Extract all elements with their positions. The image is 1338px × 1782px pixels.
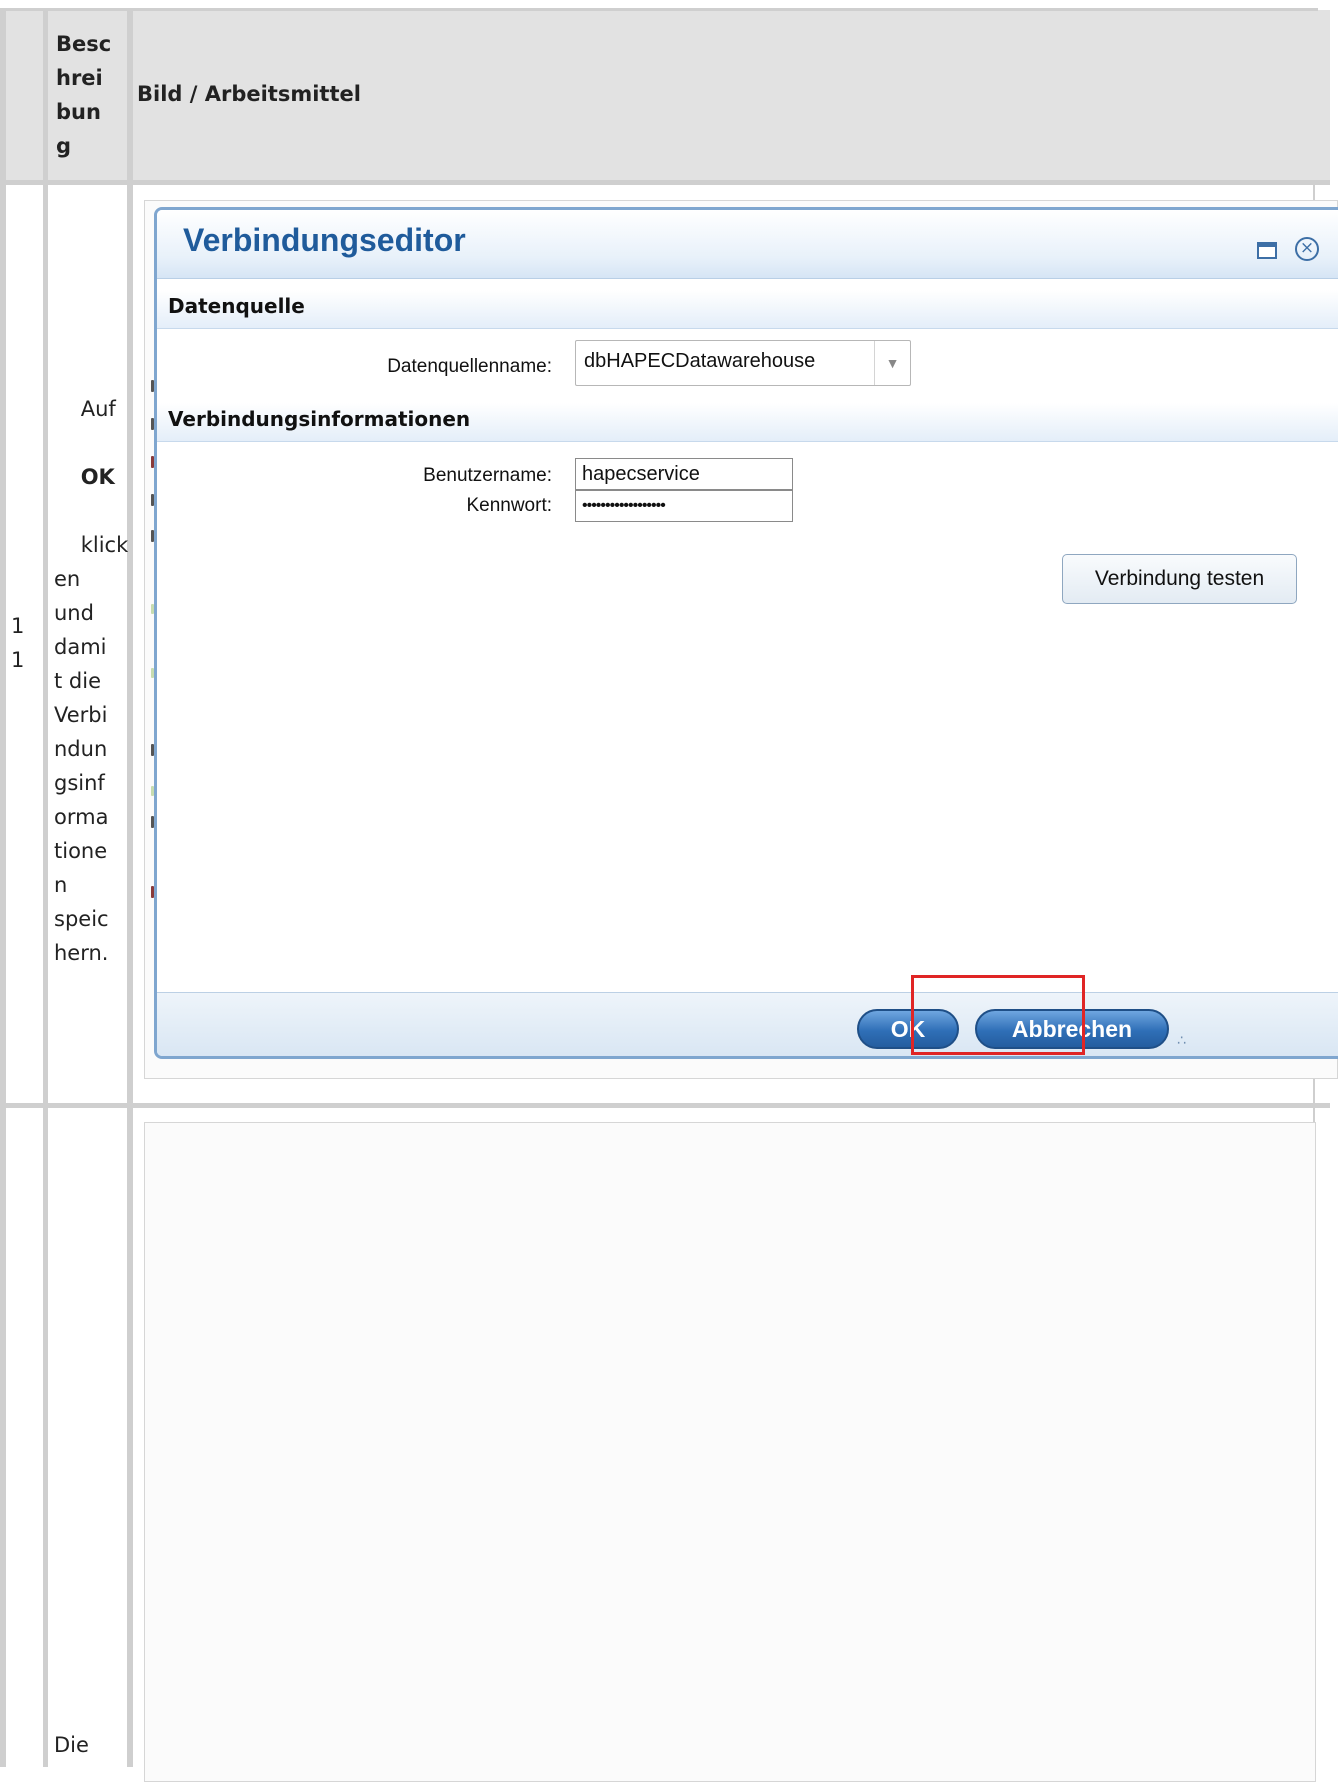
dialog-title: Verbindungseditor	[183, 222, 466, 258]
test-connection-button[interactable]: Verbindung testen	[1062, 554, 1297, 604]
description-text: klick en und dami t die Verbi ndun gsinf…	[54, 533, 129, 965]
section-title: Verbindungsinformationen	[168, 407, 471, 431]
header-cell-number	[0, 10, 48, 180]
resize-grip-icon[interactable]: ∴	[1177, 1033, 1186, 1049]
username-field[interactable]: hapecservice	[575, 458, 793, 490]
row-number: 1 1	[11, 614, 25, 672]
row-description: Die	[54, 1733, 89, 1757]
header-description-label: Besc hrei bun g	[56, 32, 112, 158]
screenshot-frame	[144, 1122, 1316, 1782]
password-label: Kennwort:	[466, 495, 552, 516]
chevron-down-icon[interactable]: ▼	[874, 341, 910, 385]
connection-editor-dialog: Verbindungseditor × Datenquelle Datenque…	[154, 207, 1338, 1059]
header-image-label: Bild / Arbeitsmittel	[137, 82, 361, 106]
dialog-titlebar[interactable]: Verbindungseditor ×	[157, 210, 1338, 279]
maximize-icon[interactable]	[1257, 242, 1277, 259]
header-cell-description: Besc hrei bun g	[48, 10, 130, 180]
section-header-connection: Verbindungsinformationen	[157, 403, 1338, 442]
section-header-datasource: Datenquelle	[157, 290, 1338, 329]
ok-button-highlight-box	[911, 975, 1085, 1055]
datasource-name-label: Datenquellenname:	[387, 356, 552, 377]
password-field[interactable]: ••••••••••••••••••	[575, 490, 793, 522]
description-bold-ok: OK	[80, 465, 115, 489]
datasource-select-value: dbHAPECDatawarehouse	[584, 350, 816, 372]
row-description: Auf OK klick en und dami t die Verbi ndu…	[54, 358, 128, 1004]
header-cell-image: Bild / Arbeitsmittel	[130, 10, 1330, 180]
column-divider	[43, 8, 48, 1767]
row-divider	[0, 1103, 1330, 1108]
table-top-border	[0, 8, 1318, 11]
row-divider	[0, 180, 1330, 185]
username-label: Benutzername:	[423, 465, 552, 486]
dialog-footer: OK Abbrechen ∴	[157, 992, 1338, 1056]
section-title: Datenquelle	[168, 294, 305, 318]
close-icon[interactable]: ×	[1295, 237, 1319, 261]
description-text: Auf	[80, 397, 116, 421]
datasource-select[interactable]: dbHAPECDatawarehouse ▼	[575, 340, 911, 386]
column-divider	[0, 8, 6, 1767]
